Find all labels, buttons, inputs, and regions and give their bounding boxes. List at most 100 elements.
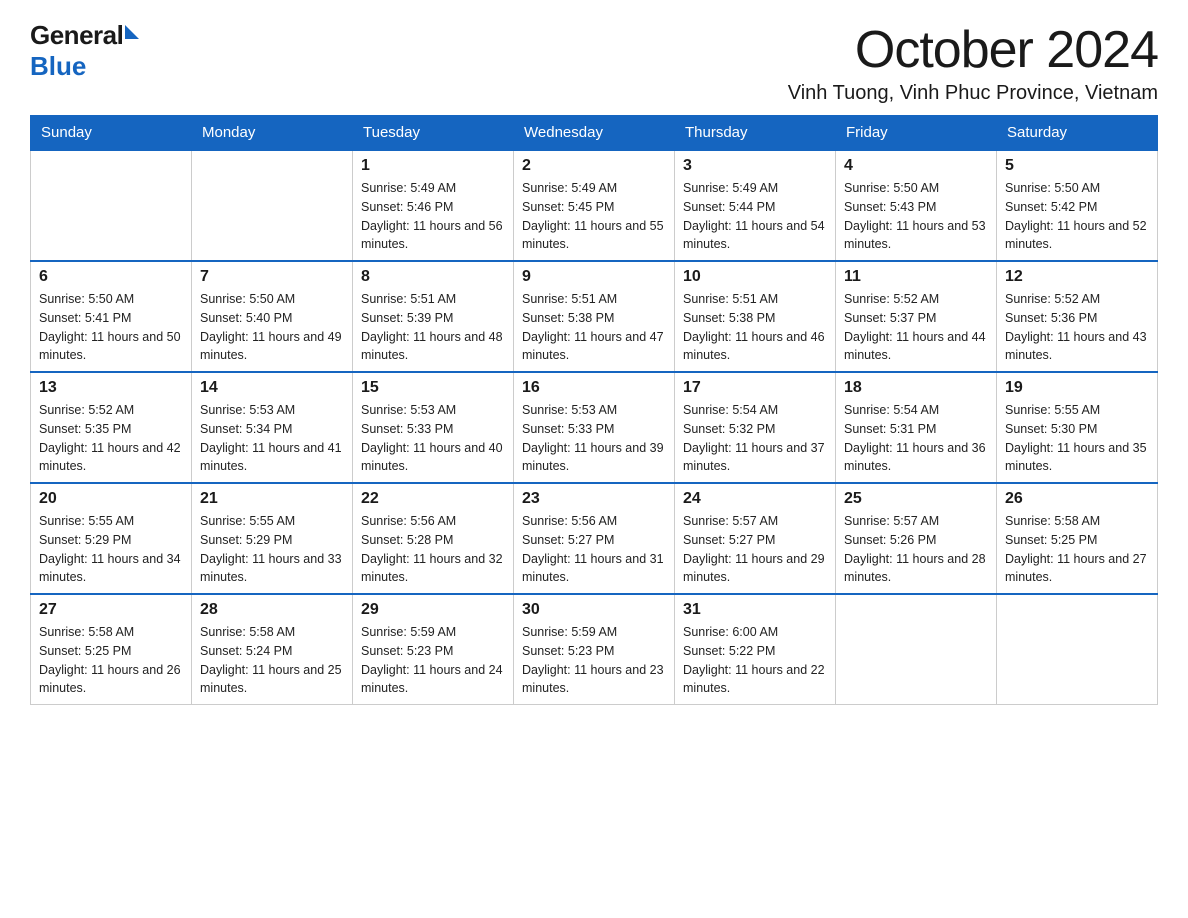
logo-blue-row: Blue — [30, 51, 86, 82]
day-info: Sunrise: 5:55 AMSunset: 5:30 PMDaylight:… — [1005, 401, 1149, 476]
calendar-cell: 7 Sunrise: 5:50 AMSunset: 5:40 PMDaylight… — [192, 261, 353, 372]
day-header-saturday: Saturday — [997, 116, 1158, 151]
day-number: 2 — [522, 157, 666, 175]
day-number: 25 — [844, 490, 988, 508]
day-number: 7 — [200, 268, 344, 286]
calendar-cell: 30 Sunrise: 5:59 AMSunset: 5:23 PMDayligh… — [514, 594, 675, 705]
day-info: Sunrise: 5:49 AMSunset: 5:45 PMDaylight:… — [522, 179, 666, 254]
day-info: Sunrise: 5:51 AMSunset: 5:39 PMDaylight:… — [361, 290, 505, 365]
day-header-tuesday: Tuesday — [353, 116, 514, 151]
day-number: 29 — [361, 601, 505, 619]
day-number: 28 — [200, 601, 344, 619]
day-info: Sunrise: 5:53 AMSunset: 5:34 PMDaylight:… — [200, 401, 344, 476]
day-info: Sunrise: 5:52 AMSunset: 5:36 PMDaylight:… — [1005, 290, 1149, 365]
calendar-cell — [997, 594, 1158, 705]
calendar-cell: 1Sunrise: 5:49 AMSunset: 5:46 PMDaylight… — [353, 150, 514, 261]
day-info: Sunrise: 5:56 AMSunset: 5:28 PMDaylight:… — [361, 512, 505, 587]
header-row: SundayMondayTuesdayWednesdayThursdayFrid… — [31, 116, 1158, 151]
calendar-cell: 25 Sunrise: 5:57 AMSunset: 5:26 PMDayligh… — [836, 483, 997, 594]
day-number: 11 — [844, 268, 988, 286]
day-info: Sunrise: 5:49 AMSunset: 5:46 PMDaylight:… — [361, 179, 505, 254]
day-header-friday: Friday — [836, 116, 997, 151]
logo-area: General Blue — [30, 20, 139, 82]
day-info: Sunrise: 5:53 AMSunset: 5:33 PMDaylight:… — [522, 401, 666, 476]
day-info: Sunrise: 5:58 AMSunset: 5:25 PMDaylight:… — [39, 623, 183, 698]
calendar-cell: 4Sunrise: 5:50 AMSunset: 5:43 PMDaylight… — [836, 150, 997, 261]
calendar-cell: 8 Sunrise: 5:51 AMSunset: 5:39 PMDaylight… — [353, 261, 514, 372]
calendar-cell: 21 Sunrise: 5:55 AMSunset: 5:29 PMDayligh… — [192, 483, 353, 594]
day-number: 8 — [361, 268, 505, 286]
calendar-cell — [192, 150, 353, 261]
day-info: Sunrise: 5:57 AMSunset: 5:27 PMDaylight:… — [683, 512, 827, 587]
calendar-cell: 12 Sunrise: 5:52 AMSunset: 5:36 PMDayligh… — [997, 261, 1158, 372]
day-header-monday: Monday — [192, 116, 353, 151]
day-number: 19 — [1005, 379, 1149, 397]
day-info: Sunrise: 5:52 AMSunset: 5:35 PMDaylight:… — [39, 401, 183, 476]
calendar-cell — [836, 594, 997, 705]
day-number: 3 — [683, 157, 827, 175]
day-header-wednesday: Wednesday — [514, 116, 675, 151]
week-row-2: 6 Sunrise: 5:50 AMSunset: 5:41 PMDaylight… — [31, 261, 1158, 372]
day-info: Sunrise: 5:49 AMSunset: 5:44 PMDaylight:… — [683, 179, 827, 254]
header: General Blue October 2024 Vinh Tuong, Vi… — [30, 20, 1158, 105]
calendar-cell: 31Sunrise: 6:00 AMSunset: 5:22 PMDayligh… — [675, 594, 836, 705]
day-info: Sunrise: 5:59 AMSunset: 5:23 PMDaylight:… — [522, 623, 666, 698]
calendar-cell: 29 Sunrise: 5:59 AMSunset: 5:23 PMDayligh… — [353, 594, 514, 705]
day-info: Sunrise: 5:56 AMSunset: 5:27 PMDaylight:… — [522, 512, 666, 587]
day-number: 4 — [844, 157, 988, 175]
calendar-cell: 17Sunrise: 5:54 AMSunset: 5:32 PMDayligh… — [675, 372, 836, 483]
calendar-cell: 11Sunrise: 5:52 AMSunset: 5:37 PMDayligh… — [836, 261, 997, 372]
day-number: 12 — [1005, 268, 1149, 286]
day-number: 16 — [522, 379, 666, 397]
day-number: 21 — [200, 490, 344, 508]
calendar-cell: 3 Sunrise: 5:49 AMSunset: 5:44 PMDaylight… — [675, 150, 836, 261]
month-title: October 2024 — [788, 20, 1158, 80]
calendar-cell: 2 Sunrise: 5:49 AMSunset: 5:45 PMDaylight… — [514, 150, 675, 261]
day-number: 9 — [522, 268, 666, 286]
day-number: 30 — [522, 601, 666, 619]
calendar-cell — [31, 150, 192, 261]
day-info: Sunrise: 5:54 AMSunset: 5:31 PMDaylight:… — [844, 401, 988, 476]
day-number: 14 — [200, 379, 344, 397]
calendar-cell: 24 Sunrise: 5:57 AMSunset: 5:27 PMDayligh… — [675, 483, 836, 594]
location-title: Vinh Tuong, Vinh Phuc Province, Vietnam — [788, 82, 1158, 105]
day-info: Sunrise: 5:57 AMSunset: 5:26 PMDaylight:… — [844, 512, 988, 587]
calendar-cell: 9 Sunrise: 5:51 AMSunset: 5:38 PMDaylight… — [514, 261, 675, 372]
day-info: Sunrise: 5:59 AMSunset: 5:23 PMDaylight:… — [361, 623, 505, 698]
calendar-table: SundayMondayTuesdayWednesdayThursdayFrid… — [30, 115, 1158, 705]
logo-triangle-icon — [125, 25, 139, 39]
day-info: Sunrise: 5:58 AMSunset: 5:25 PMDaylight:… — [1005, 512, 1149, 587]
day-number: 17 — [683, 379, 827, 397]
day-number: 10 — [683, 268, 827, 286]
title-area: October 2024 Vinh Tuong, Vinh Phuc Provi… — [788, 20, 1158, 105]
logo-blue-container — [123, 33, 139, 39]
calendar-cell: 14 Sunrise: 5:53 AMSunset: 5:34 PMDayligh… — [192, 372, 353, 483]
logo-blue-text: Blue — [30, 51, 86, 82]
calendar-cell: 18Sunrise: 5:54 AMSunset: 5:31 PMDayligh… — [836, 372, 997, 483]
day-number: 22 — [361, 490, 505, 508]
calendar-cell: 23 Sunrise: 5:56 AMSunset: 5:27 PMDayligh… — [514, 483, 675, 594]
day-header-thursday: Thursday — [675, 116, 836, 151]
calendar-cell: 20 Sunrise: 5:55 AMSunset: 5:29 PMDayligh… — [31, 483, 192, 594]
day-info: Sunrise: 5:55 AMSunset: 5:29 PMDaylight:… — [39, 512, 183, 587]
week-row-1: 1Sunrise: 5:49 AMSunset: 5:46 PMDaylight… — [31, 150, 1158, 261]
calendar-cell: 10Sunrise: 5:51 AMSunset: 5:38 PMDayligh… — [675, 261, 836, 372]
day-info: Sunrise: 5:58 AMSunset: 5:24 PMDaylight:… — [200, 623, 344, 698]
day-number: 27 — [39, 601, 183, 619]
week-row-4: 20 Sunrise: 5:55 AMSunset: 5:29 PMDayligh… — [31, 483, 1158, 594]
day-info: Sunrise: 5:55 AMSunset: 5:29 PMDaylight:… — [200, 512, 344, 587]
day-info: Sunrise: 5:50 AMSunset: 5:42 PMDaylight:… — [1005, 179, 1149, 254]
logo-general-text: General — [30, 20, 123, 51]
day-info: Sunrise: 5:50 AMSunset: 5:40 PMDaylight:… — [200, 290, 344, 365]
day-number: 20 — [39, 490, 183, 508]
day-number: 26 — [1005, 490, 1149, 508]
day-number: 24 — [683, 490, 827, 508]
calendar-cell: 13 Sunrise: 5:52 AMSunset: 5:35 PMDayligh… — [31, 372, 192, 483]
day-info: Sunrise: 5:51 AMSunset: 5:38 PMDaylight:… — [522, 290, 666, 365]
day-number: 6 — [39, 268, 183, 286]
day-number: 13 — [39, 379, 183, 397]
day-number: 23 — [522, 490, 666, 508]
day-header-sunday: Sunday — [31, 116, 192, 151]
day-info: Sunrise: 5:50 AMSunset: 5:41 PMDaylight:… — [39, 290, 183, 365]
day-number: 5 — [1005, 157, 1149, 175]
